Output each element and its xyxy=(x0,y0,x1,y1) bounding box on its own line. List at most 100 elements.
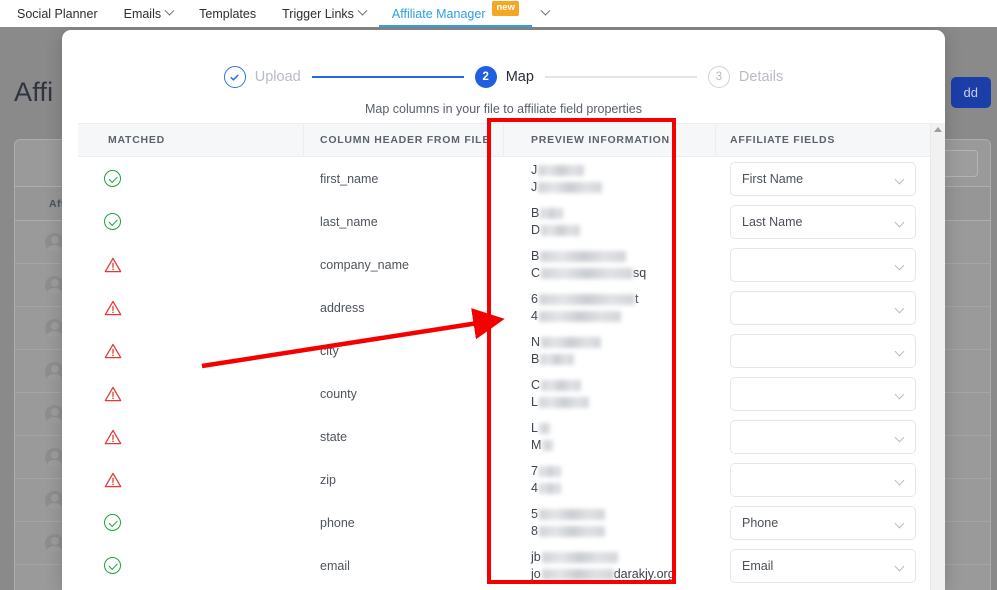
affiliate-field-select[interactable] xyxy=(730,462,916,497)
redacted-value xyxy=(538,465,561,477)
cell-preview: B Csq xyxy=(504,243,716,286)
mapping-table-header-row: MATCHED COLUMN HEADER FROM FILE PREVIEW … xyxy=(78,123,945,157)
redacted-value xyxy=(541,267,634,279)
table-row: email jb jo darakjy.org Email xyxy=(78,544,945,587)
cell-matched xyxy=(78,415,304,458)
cell-affiliate-field xyxy=(716,415,916,458)
preview-values: 58 xyxy=(531,507,605,538)
preview-prefix: C xyxy=(531,266,541,280)
table-row: first_name J J First Name xyxy=(78,157,945,200)
redacted-value xyxy=(538,422,550,434)
preview-line: M xyxy=(531,438,554,452)
preview-line: Csq xyxy=(531,266,646,280)
top-navigation-bar: Social Planner Emails Templates Trigger … xyxy=(0,0,997,27)
scroll-up-arrow-icon[interactable] xyxy=(934,127,942,132)
preview-line: L xyxy=(531,395,589,409)
affiliate-field-select[interactable] xyxy=(730,376,916,411)
nav-label: Emails xyxy=(123,6,162,21)
cell-matched xyxy=(78,544,304,587)
table-row: state L M xyxy=(78,415,945,458)
check-circle-icon xyxy=(104,170,121,187)
preview-line: 7 xyxy=(531,464,561,478)
affiliate-field-select[interactable]: Email xyxy=(730,548,916,583)
preview-prefix: L xyxy=(531,421,538,435)
cell-affiliate-field xyxy=(716,286,916,329)
affiliate-field-select[interactable]: Phone xyxy=(730,505,916,540)
cell-preview: LM xyxy=(504,415,716,458)
affiliate-field-select[interactable]: Last Name xyxy=(730,204,916,239)
preview-line: C xyxy=(531,378,589,392)
step-map[interactable]: 2 Map xyxy=(474,66,534,88)
redacted-value xyxy=(541,379,582,391)
redacted-value xyxy=(541,551,618,563)
affiliate-field-value: Email xyxy=(742,558,774,573)
modal-vertical-scrollbar[interactable] xyxy=(930,123,945,590)
step-upload-label: Upload xyxy=(254,69,301,85)
modal-subtitle: Map columns in your file to affiliate fi… xyxy=(365,102,642,116)
nav-label: Trigger Links xyxy=(282,6,354,21)
preview-prefix: jo xyxy=(531,567,541,581)
preview-prefix: N xyxy=(531,335,541,349)
chevron-down-icon xyxy=(894,346,905,356)
preview-prefix: 4 xyxy=(531,481,538,495)
preview-prefix: L xyxy=(531,395,538,409)
nav-overflow-toggle[interactable] xyxy=(532,5,559,17)
table-row: zip 7 4 xyxy=(78,458,945,501)
cell-affiliate-field xyxy=(716,329,916,372)
warning-triangle-icon xyxy=(104,300,122,316)
cell-affiliate-field: First Name xyxy=(716,157,916,200)
affiliate-field-select[interactable]: First Name xyxy=(730,161,916,196)
chevron-down-icon xyxy=(540,5,551,16)
nav-item-templates[interactable]: Templates xyxy=(186,0,269,27)
step-details[interactable]: 3 Details xyxy=(707,66,783,88)
table-row: phone 5 8 Phone xyxy=(78,501,945,544)
cell-file-column: email xyxy=(320,558,350,573)
preview-values: BD xyxy=(531,206,581,237)
cell-affiliate-field xyxy=(716,458,916,501)
chevron-down-icon xyxy=(894,217,905,227)
import-affiliates-modal: Upload 2 Map 3 Details Map columns in yo… xyxy=(62,30,945,590)
preview-line: L xyxy=(531,421,553,435)
cell-file-column: city xyxy=(320,343,339,358)
step-upload[interactable]: Upload xyxy=(223,66,301,88)
cell-affiliate-field xyxy=(716,372,916,415)
cell-affiliate-field xyxy=(716,243,916,286)
preview-line: jb xyxy=(531,550,675,564)
cell-preview: JJ xyxy=(504,157,716,200)
affiliate-field-select[interactable] xyxy=(730,247,916,282)
preview-prefix: M xyxy=(531,438,542,452)
affiliate-field-select[interactable] xyxy=(730,419,916,454)
nav-item-emails[interactable]: Emails xyxy=(111,0,187,27)
cell-file-column: first_name xyxy=(320,171,379,186)
check-circle-icon xyxy=(104,213,121,230)
background-add-button[interactable]: dd xyxy=(950,77,991,108)
preview-suffix: darakjy.org xyxy=(613,567,675,581)
redacted-value xyxy=(538,181,603,193)
step-map-number: 2 xyxy=(474,66,497,88)
redacted-value xyxy=(540,353,575,365)
preview-line: N xyxy=(531,335,602,349)
affiliate-field-select[interactable] xyxy=(730,290,916,325)
preview-prefix: 8 xyxy=(531,524,538,538)
new-badge: new xyxy=(492,1,519,16)
mapping-table-body: first_name J J First Name last_name B D Last Na… xyxy=(78,157,945,587)
preview-values: NB xyxy=(531,335,602,366)
nav-label: Social Planner xyxy=(17,6,98,21)
preview-prefix: 4 xyxy=(531,309,538,323)
redacted-value xyxy=(538,164,585,176)
cell-preview: BD xyxy=(504,200,716,243)
preview-line: 4 xyxy=(531,309,638,323)
step-upload-check-icon xyxy=(223,66,246,88)
warning-triangle-icon xyxy=(104,472,122,488)
preview-prefix: B xyxy=(531,249,540,263)
wizard-stepper: Upload 2 Map 3 Details xyxy=(62,66,945,88)
cell-matched xyxy=(78,286,304,329)
affiliate-field-select[interactable] xyxy=(730,333,916,368)
nav-item-trigger-links[interactable]: Trigger Links xyxy=(269,0,379,27)
nav-item-social-planner[interactable]: Social Planner xyxy=(4,0,111,27)
column-header-file-column: COLUMN HEADER FROM FILE xyxy=(304,123,504,157)
nav-item-affiliate-manager[interactable]: Affiliate Manager new xyxy=(378,0,533,27)
column-header-affiliate-fields: AFFILIATE FIELDS xyxy=(730,134,836,146)
preview-prefix: D xyxy=(531,223,541,237)
cell-affiliate-field: Phone xyxy=(716,501,916,544)
